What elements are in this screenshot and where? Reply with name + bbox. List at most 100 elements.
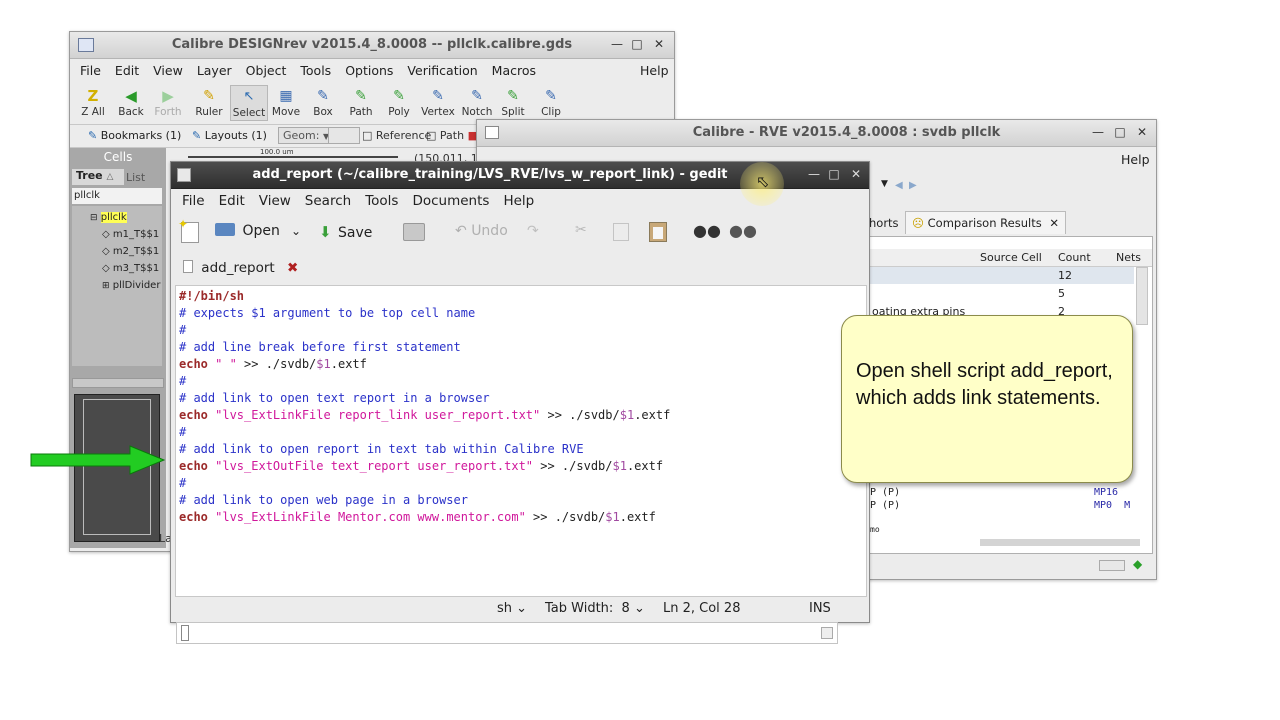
zoom-all-tool[interactable]: ZZ All [78,88,108,118]
menu-search[interactable]: Search [298,193,358,209]
strip-scroll-icon[interactable] [821,627,833,639]
col-source-cell[interactable]: Source Cell [980,251,1042,264]
table-row[interactable]: 12 [870,267,1134,284]
paste-icon[interactable] [649,222,667,242]
language-selector[interactable]: sh ⌄ [497,601,527,616]
menu-help[interactable]: Help [640,63,669,78]
rve-menu-help[interactable]: Help [1121,152,1150,167]
menu-macros[interactable]: Macros [485,63,543,78]
diamond-icon: ◇ [102,229,110,240]
tree-item-m3[interactable]: ◇ m3_T$$1 [102,263,159,274]
cell-filter-input[interactable]: pllclk [72,188,162,204]
path-tool[interactable]: ✎ Path [346,88,376,118]
results-scrollbar[interactable] [1136,267,1148,325]
minimize-icon[interactable]: — [807,167,821,181]
copy-icon[interactable] [613,223,629,241]
forth-tool[interactable]: ▶ Forth [152,88,184,118]
bookmarks-button[interactable]: ✎ Bookmarks (1) [88,129,181,142]
select-tool[interactable]: ↖ Select [230,85,268,121]
tree-item-plldivider[interactable]: ⊞ pllDivider [102,280,160,291]
menu-edit[interactable]: Edit [212,193,252,209]
tree-item-m1[interactable]: ◇ m1_T$$1 [102,229,159,240]
cut-icon[interactable]: ✂ [575,222,587,238]
minimize-icon[interactable]: — [610,37,624,51]
maximize-icon[interactable]: □ [1113,125,1127,139]
find-icon[interactable]: ●● [693,221,721,240]
tab-list[interactable]: List [126,171,145,184]
close-icon[interactable]: ✕ [849,167,863,181]
print-icon[interactable] [403,223,425,241]
layouts-button[interactable]: ✎ Layouts (1) [192,129,267,142]
box-tool[interactable]: ✎ Box [308,88,338,118]
geom-value-field[interactable] [328,127,360,144]
rve-dropdown-icon[interactable]: ▼ [881,179,888,189]
geom-dropdown[interactable]: Geom: ▼ [278,127,335,144]
tree-item-pllclk[interactable]: ⊟ pllclk [90,212,127,223]
code-token: >> ./svdb/ [540,408,620,422]
cell-tree-scrollbar[interactable] [72,378,164,388]
menu-object[interactable]: Object [239,63,294,78]
tab-comparison-results[interactable]: ☹ Comparison Results ✕ [905,211,1066,234]
cursor-arrow-icon: ⬁ [756,172,770,191]
table-row[interactable]: 5 [870,285,1134,302]
new-document-icon[interactable]: ✦ [178,217,199,243]
menu-options[interactable]: Options [338,63,400,78]
menu-layer[interactable]: Layer [190,63,239,78]
tree-item-m2[interactable]: ◇ m2_T$$1 [102,246,159,257]
expand-icon: ⊞ [102,281,110,291]
col-count[interactable]: Count [1058,251,1091,264]
open-button[interactable]: Open [215,223,280,239]
save-button[interactable]: ⬇ Save [319,223,372,241]
code-editor[interactable]: #!/bin/sh # expects $1 argument to be top… [175,285,867,597]
undo-button[interactable]: ↶ Undo [455,223,508,239]
split-tool[interactable]: ✎ Split [498,88,528,118]
menu-file[interactable]: File [175,193,212,209]
redo-icon[interactable]: ↷ [527,223,539,239]
tab-add-report[interactable]: add_report ✖ [175,255,307,281]
nav-right-icon[interactable]: ▶ [909,180,917,191]
menu-view[interactable]: View [252,193,298,209]
menu-documents[interactable]: Documents [405,193,496,209]
menu-tools[interactable]: Tools [358,193,405,209]
vertex-tool[interactable]: ✎ Vertex [420,88,456,118]
row-count: 12 [1058,269,1072,282]
reference-checkbox[interactable]: □ Reference [362,129,431,142]
back-tool[interactable]: ◀ Back [116,88,146,118]
background-input-strip[interactable] [176,622,838,644]
poly-tool[interactable]: ✎ Poly [384,88,414,118]
tab-width-selector[interactable]: Tab Width: 8 ⌄ [545,601,645,616]
insert-mode: INS [809,601,831,616]
menu-file[interactable]: File [73,63,108,78]
diamond-icon: ◇ [102,263,110,274]
menu-edit[interactable]: Edit [108,63,146,78]
designrev-titlebar[interactable]: Calibre DESIGNrev v2015.4_8.0008 -- pllc… [70,32,674,59]
maximize-icon[interactable]: □ [630,37,644,51]
close-icon[interactable]: ✕ [1135,125,1149,139]
menu-view[interactable]: View [146,63,190,78]
close-tab-icon[interactable]: ✖ [287,260,298,276]
find-replace-icon[interactable]: ●● [729,221,757,240]
device-label: MP16 [1094,487,1119,498]
nav-left-icon[interactable]: ◀ [895,180,903,191]
path-checkbox[interactable]: □ Path ■ [426,129,478,142]
menu-tools[interactable]: Tools [293,63,338,78]
menu-help[interactable]: Help [496,193,541,209]
minimize-icon[interactable]: — [1091,125,1105,139]
code-token: # add line break before first statement [179,340,461,354]
move-tool[interactable]: ▦ Move [270,88,302,118]
open-dropdown-icon[interactable]: ⌄ [291,224,301,238]
tab-shorts[interactable]: horts [869,216,899,230]
rve-titlebar[interactable]: Calibre - RVE v2015.4_8.0008 : svdb pllc… [477,120,1156,147]
maximize-icon[interactable]: □ [827,167,841,181]
col-nets[interactable]: Nets [1116,251,1141,264]
clip-tool[interactable]: ✎ Clip [536,88,566,118]
close-icon[interactable]: ✕ [652,37,666,51]
bottom-hscrollbar[interactable] [980,539,1140,546]
ruler-tool[interactable]: ✎ Ruler [194,88,224,118]
notch-tool[interactable]: ✎ Notch [460,88,494,118]
menu-verification[interactable]: Verification [400,63,484,78]
close-tab-icon[interactable]: ✕ [1049,216,1059,230]
chevron-down-icon: ⌄ [633,601,645,616]
tab-tree[interactable]: Tree △ [72,169,124,185]
instruction-callout: Open shell script add_report, which adds… [841,315,1133,483]
